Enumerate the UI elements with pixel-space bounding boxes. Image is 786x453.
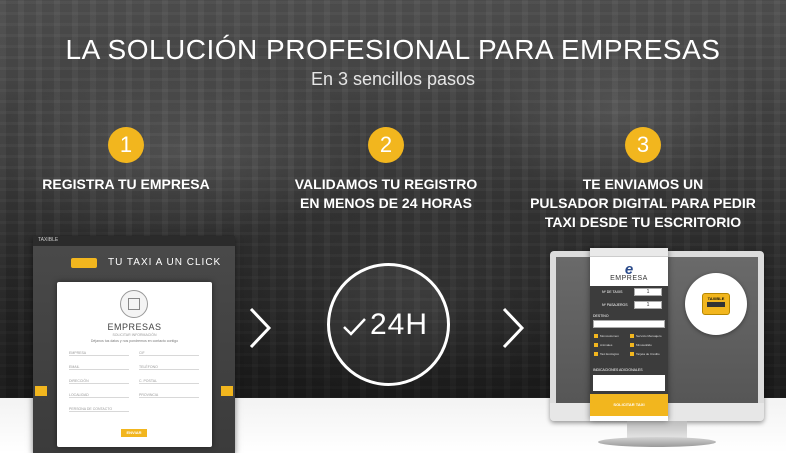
destination-input[interactable] — [593, 320, 665, 328]
app-header: e EMPRESA — [590, 257, 668, 286]
page-title: LA SOLUCIÓN PROFESIONAL PARA EMPRESAS — [65, 34, 721, 65]
chevron-right-icon — [248, 306, 272, 350]
option-checkbox[interactable] — [594, 334, 598, 338]
option-label: Monovolumen — [600, 334, 619, 338]
option-label: Animales — [600, 343, 613, 347]
site-taxi-badge — [71, 258, 97, 268]
step-2-line-1: VALIDAMOS TU REGISTRO — [294, 176, 478, 192]
form-field-direccion[interactable]: DIRECCIÓN — [69, 378, 129, 384]
form-field-cpostal[interactable]: C. POSTAL — [139, 378, 199, 384]
form-description: Déjanos tus datos y nos pondremos en con… — [90, 339, 179, 343]
form-send-button[interactable]: ENVIAR — [121, 429, 147, 437]
notes-label: INDICACIONES ADICIONALES — [593, 368, 643, 372]
option-checkbox[interactable] — [630, 334, 634, 338]
taxi-app-window: e EMPRESA Nº DE TAXIS 1 Nº PASAJEROS 1 D… — [590, 248, 668, 421]
registration-site-screenshot: TAXIBLE TU TAXI A UN CLICK EMPRESAS SOLI… — [33, 236, 235, 453]
option-checkbox[interactable] — [594, 343, 598, 347]
step-3-line-3: TAXI DESDE TU ESCRITORIO — [544, 214, 742, 230]
taxi-count-input[interactable]: 1 — [634, 288, 662, 296]
step-2-text: VALIDAMOS TU REGISTRO EN MENOS DE 24 HOR… — [276, 175, 496, 213]
registration-form: EMPRESAS SOLICITAR INFORMACIÓN Déjanos t… — [57, 282, 212, 447]
building-icon — [120, 290, 148, 318]
step-1-text: REGISTRA TU EMPRESA — [26, 175, 226, 194]
taxi-count-label: Nº DE TAXIS — [602, 290, 623, 294]
taxi-sign-text: TAXIBLE — [707, 296, 725, 301]
option-label: Servicio Mensajero — [636, 334, 662, 338]
check-icon — [343, 318, 366, 336]
notes-textarea[interactable] — [593, 375, 665, 391]
step-3-number: 3 — [625, 127, 661, 163]
app-window-chrome — [590, 248, 668, 257]
taxi-sign-bubble: TAXIBLE — [685, 273, 747, 335]
passenger-count-input[interactable]: 1 — [634, 301, 662, 309]
option-checkbox[interactable] — [630, 343, 634, 347]
page-subtitle: En 3 sencillos pasos — [310, 69, 476, 89]
option-checkbox[interactable] — [630, 352, 634, 356]
request-taxi-button[interactable]: SOLICITAR TAXI — [590, 394, 668, 416]
form-title: EMPRESAS — [107, 322, 162, 332]
step-3-line-1: TE ENVIAMOS UN — [582, 176, 704, 192]
site-yellow-accent — [35, 386, 47, 396]
24h-label: 24H — [370, 308, 429, 341]
form-subtitle: SOLICITAR INFORMACIÓN — [112, 333, 157, 337]
site-brand: TAXIBLE — [38, 237, 59, 243]
site-hero-text: TU TAXI A UN CLICK — [108, 257, 222, 268]
option-label: Taxi Ecológico — [600, 352, 620, 356]
form-field-cif[interactable]: CIF — [139, 350, 199, 356]
site-yellow-accent — [221, 386, 233, 396]
option-checkbox[interactable] — [594, 352, 598, 356]
form-field-localidad[interactable]: LOCALIDAD — [69, 392, 129, 398]
step-1-number: 1 — [108, 127, 144, 163]
site-topbar — [33, 236, 235, 246]
form-field-telefono[interactable]: TELÉFONO — [139, 364, 199, 370]
taxi-sign-icon: TAXIBLE — [702, 293, 730, 315]
form-field-provincia[interactable]: PROVINCIA — [139, 392, 199, 398]
chevron-right-icon — [501, 306, 525, 350]
form-field-empresa[interactable]: EMPRESA — [69, 350, 129, 356]
monitor-base — [598, 437, 716, 447]
destination-label: DESTINO — [593, 314, 609, 318]
form-field-email[interactable]: EMAIL — [69, 364, 129, 370]
step-1-line-1: REGISTRA TU EMPRESA — [42, 176, 210, 192]
24h-badge: 24H — [327, 263, 450, 386]
step-3-line-2: PULSADOR DIGITAL PARA PEDIR — [530, 195, 756, 211]
step-2-line-2: EN MENOS DE 24 HORAS — [300, 195, 472, 211]
option-label: Tarjeta de Crédito — [636, 352, 660, 356]
app-name: EMPRESA — [610, 275, 648, 282]
step-2-number: 2 — [368, 127, 404, 163]
form-field-contacto[interactable]: PERSONA DE CONTACTO — [69, 406, 129, 412]
passenger-count-label: Nº PASAJEROS — [602, 303, 628, 307]
taxi-sign-plate — [707, 302, 725, 307]
option-label: Minusválido — [636, 343, 652, 347]
step-3-text: TE ENVIAMOS UN PULSADOR DIGITAL PARA PED… — [517, 175, 769, 232]
